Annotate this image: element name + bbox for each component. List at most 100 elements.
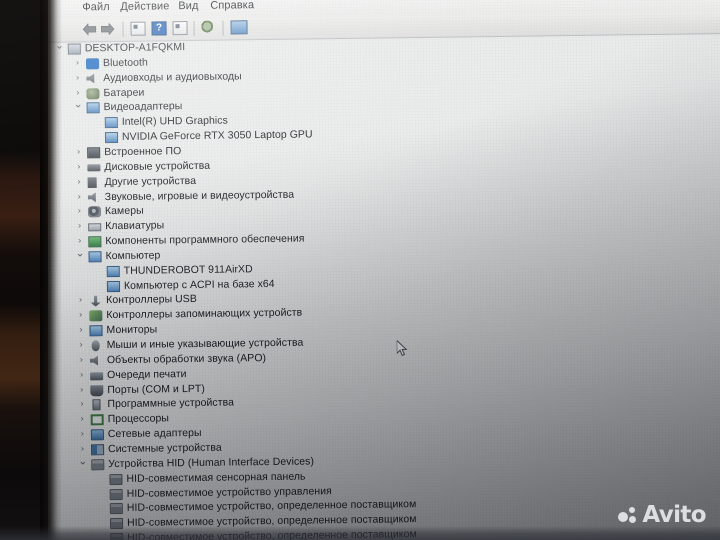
tree-row-label: Контроллеры запоминающих устройств [106, 306, 303, 322]
tree-row-label: THUNDEROBOT 911AirXD [123, 262, 253, 277]
tree-row-label: Дисковые устройства [104, 159, 211, 173]
chevron-right-icon[interactable]: › [76, 311, 85, 321]
forward-button[interactable] [100, 23, 115, 36]
chevron-right-icon[interactable]: › [78, 444, 87, 454]
chevron-right-icon[interactable]: › [78, 430, 87, 440]
chevron-right-icon[interactable]: › [73, 88, 82, 98]
storage-controller-icon [89, 310, 103, 322]
mouse-icon [91, 340, 100, 352]
tree-row-label: Компьютер с ACPI на базе x64 [123, 277, 275, 292]
tree-row-label: HID-совместимая сенсорная панель [126, 470, 306, 485]
tree-row-label: Аудиовходы и аудиовыходы [103, 70, 242, 84]
ports-icon [90, 384, 104, 396]
system-device-icon [91, 444, 105, 456]
chevron-right-icon[interactable]: › [76, 326, 85, 336]
scan-hardware-button[interactable] [201, 20, 218, 35]
chevron-right-icon[interactable]: › [76, 296, 85, 306]
chevron-down-icon[interactable]: ⌄ [75, 246, 84, 259]
hid-icon [109, 503, 123, 515]
camera-icon [87, 206, 102, 218]
menu-item-0[interactable]: Файл [82, 1, 110, 13]
chevron-right-icon[interactable]: › [77, 340, 86, 350]
chevron-right-icon[interactable]: › [75, 236, 84, 246]
device-tree[interactable]: ⌄ DESKTOP-A1FQKMI › Bluetooth › Аудиовходы и … [39, 33, 720, 540]
software-device-icon [92, 399, 101, 411]
computer-icon [88, 251, 102, 263]
tree-row-label: DESKTOP-A1FQKMI [84, 41, 186, 55]
tree-row-label: Звуковые, игровые и видеоустройства [104, 188, 295, 203]
menu-item-2[interactable]: Вид [178, 0, 198, 12]
chevron-right-icon[interactable]: › [78, 415, 87, 425]
mouse-pointer [396, 340, 408, 357]
sound-video-icon [88, 192, 101, 203]
chevron-right-icon[interactable]: › [75, 192, 84, 202]
hid-icon [91, 458, 105, 471]
tree-row-label: Intel(R) UHD Graphics [121, 114, 228, 129]
update-driver-button[interactable] [172, 21, 188, 36]
chevron-right-icon[interactable]: › [77, 355, 86, 365]
toolbar-separator-1 [122, 21, 124, 37]
computer-icon [106, 280, 121, 292]
avito-wordmark: Avito [642, 502, 706, 528]
audio-io-icon [86, 73, 99, 84]
help-button[interactable]: ? [151, 21, 167, 36]
tree-row-label: Программные устройства [107, 396, 235, 411]
display-adapter-icon [104, 132, 119, 144]
menu-item-3[interactable]: Справка [210, 0, 254, 12]
hid-icon [110, 532, 124, 540]
disk-drive-icon [87, 163, 101, 172]
chevron-right-icon[interactable]: › [77, 370, 86, 380]
audio-processing-icon [90, 355, 103, 366]
tree-row-label: Компьютер [105, 249, 161, 263]
chevron-right-icon[interactable]: › [73, 58, 82, 68]
properties-button[interactable] [130, 21, 146, 36]
chevron-right-icon[interactable]: › [75, 177, 84, 187]
computer-icon [106, 265, 120, 277]
chevron-right-icon[interactable]: › [75, 222, 84, 232]
tree-row-label: Встроенное ПО [104, 145, 182, 159]
chevron-right-icon[interactable]: › [77, 385, 86, 395]
chevron-right-icon[interactable]: › [75, 207, 84, 217]
bluetooth-icon [85, 58, 100, 70]
network-adapter-icon [90, 429, 104, 441]
firmware-icon [87, 147, 101, 159]
tree-row-label: Порты (COM и LPT) [107, 382, 205, 396]
tree-row-label: HID-совместимое устройство управления [126, 484, 332, 500]
avito-watermark: Avito [618, 502, 707, 528]
tree-row-label: Устройства HID (Human Interface Devices) [108, 455, 315, 470]
avito-logo-icon [618, 506, 638, 524]
tree-row-label: Другие устройства [104, 174, 197, 188]
show-devices-button[interactable] [230, 20, 248, 35]
tree-row-label: Камеры [104, 204, 144, 218]
chevron-down-icon[interactable]: ⌄ [73, 98, 82, 111]
chevron-right-icon[interactable]: › [77, 400, 86, 410]
menu-item-1[interactable]: Действие [120, 0, 169, 13]
tree-row-label: Компоненты программного обеспечения [105, 232, 305, 248]
tree-row-label: Контроллеры USB [106, 293, 197, 307]
tree-row-label: Батареи [103, 86, 145, 99]
tree-row-label: NVIDIA GeForce RTX 3050 Laptop GPU [121, 128, 313, 144]
tree-row-label: Сетевые адаптеры [107, 426, 202, 441]
toolbar-separator-3 [222, 20, 224, 36]
chevron-right-icon[interactable]: › [74, 162, 83, 172]
tree-row-label: Клавиатуры [105, 219, 165, 233]
other-devices-icon [88, 177, 101, 188]
display-adapter-icon [104, 117, 118, 129]
chevron-down-icon[interactable]: ⌄ [78, 454, 87, 467]
chevron-right-icon[interactable]: › [73, 73, 82, 83]
tree-row-label: HID-совместимое устройство, определенное… [127, 528, 417, 540]
hid-icon [109, 518, 124, 530]
tree-row-label: Системные устройства [107, 441, 222, 456]
chevron-right-icon[interactable]: › [74, 147, 83, 157]
keyboard-icon [88, 223, 102, 232]
tree-row-label: Процессоры [107, 412, 170, 426]
tree-row-label: Объекты обработки звука (APO) [106, 351, 267, 366]
print-queue-icon [90, 371, 104, 381]
computer-icon [67, 43, 81, 55]
monitor-icon [89, 325, 103, 337]
hid-icon [109, 488, 123, 500]
hid-icon [109, 473, 123, 485]
tree-row-label: Видеоадаптеры [103, 100, 183, 114]
tree-row-label: Мониторы [106, 323, 158, 337]
back-button[interactable] [82, 23, 97, 36]
